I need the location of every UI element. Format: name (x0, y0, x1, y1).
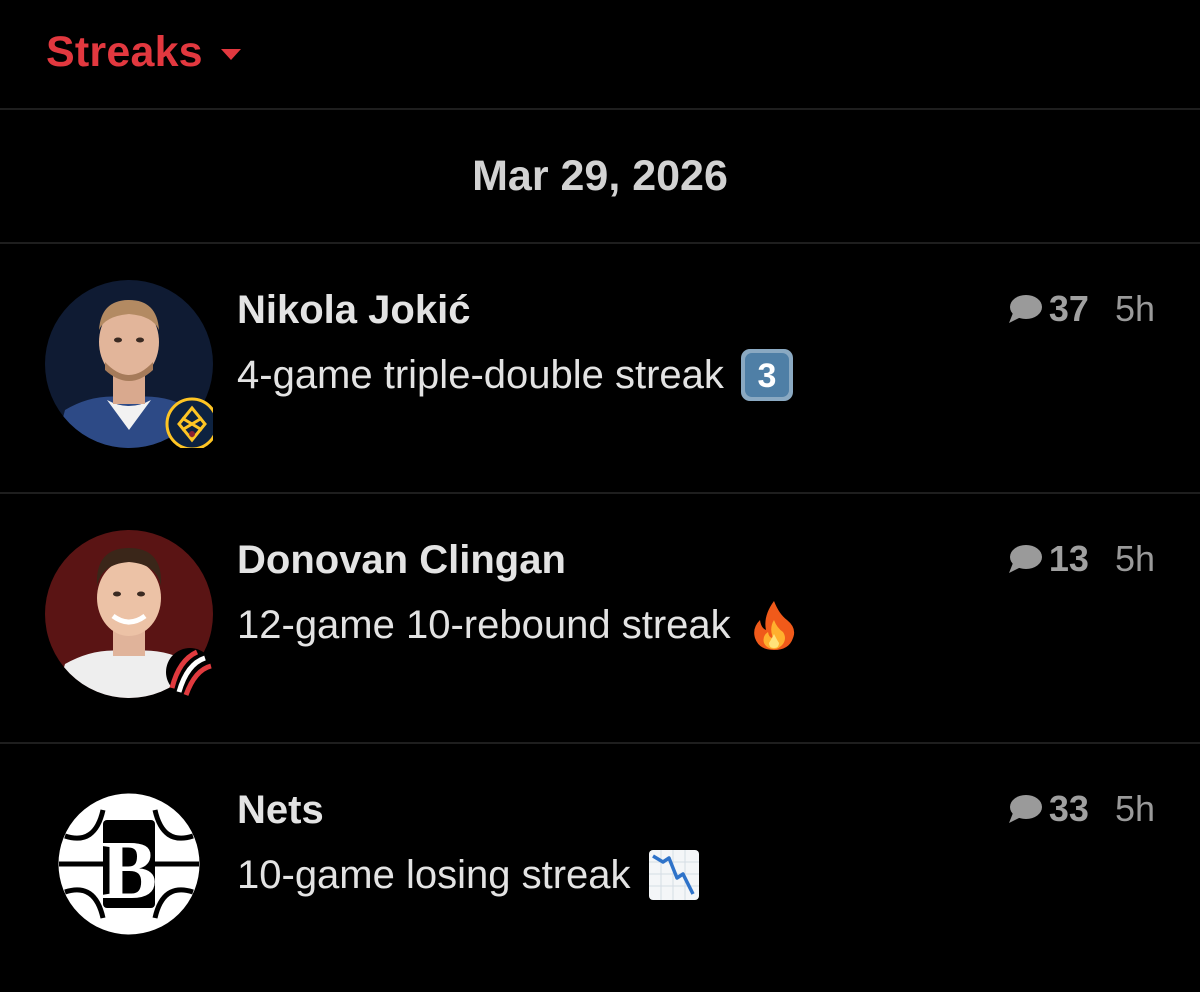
comment-count[interactable]: 37 (1049, 288, 1089, 330)
row-meta: 13 5h (1007, 538, 1155, 580)
streak-row[interactable]: Nikola Jokić 4-game triple-double streak… (0, 244, 1200, 494)
nuggets-logo-icon (165, 397, 213, 448)
streak-text: 4-game triple-double streak (237, 352, 724, 397)
comment-icon (1008, 295, 1042, 323)
streaks-title: Streaks (46, 28, 203, 76)
player-avatar (45, 530, 213, 698)
streak-row[interactable]: Donovan Clingan 12-game 10-rebound strea… (0, 494, 1200, 744)
comment-count[interactable]: 33 (1049, 788, 1089, 830)
time-ago: 5h (1114, 288, 1155, 329)
row-meta: 37 5h (1007, 288, 1155, 330)
chart-decreasing-icon (648, 850, 699, 900)
trail-blazers-logo-icon (166, 648, 213, 696)
top-bar: Streaks (0, 0, 1200, 110)
row-meta: 33 5h (1007, 788, 1155, 830)
player-name: Nikola Jokić (237, 288, 471, 332)
comment-icon (1008, 795, 1042, 823)
date-header: Mar 29, 2026 (0, 110, 1200, 244)
svg-text:3: 3 (757, 357, 776, 395)
streak-description: 4-game triple-double streak 3 (237, 348, 794, 402)
player-name: Donovan Clingan (237, 538, 566, 582)
keycap-3-icon: 3 (740, 349, 793, 401)
comment-count[interactable]: 13 (1049, 538, 1089, 580)
caret-down-icon (220, 49, 241, 60)
fire-icon (753, 601, 794, 650)
streak-row[interactable]: B Nets 10-game losing streak 33 5h (0, 744, 1200, 992)
streak-text: 10-game losing streak (237, 852, 631, 897)
player-avatar (45, 280, 213, 448)
team-name: Nets (237, 788, 324, 832)
streak-text: 12-game 10-rebound streak (237, 602, 731, 647)
comment-icon (1008, 545, 1042, 573)
svg-text:B: B (101, 824, 157, 917)
time-ago: 5h (1114, 788, 1155, 829)
date-label: Mar 29, 2026 (472, 151, 728, 200)
streak-description: 12-game 10-rebound streak (237, 598, 801, 652)
streaks-dropdown[interactable]: Streaks (46, 28, 241, 77)
time-ago: 5h (1114, 538, 1155, 579)
nets-logo-icon: B (55, 790, 203, 938)
streak-description: 10-game losing streak (237, 848, 701, 902)
